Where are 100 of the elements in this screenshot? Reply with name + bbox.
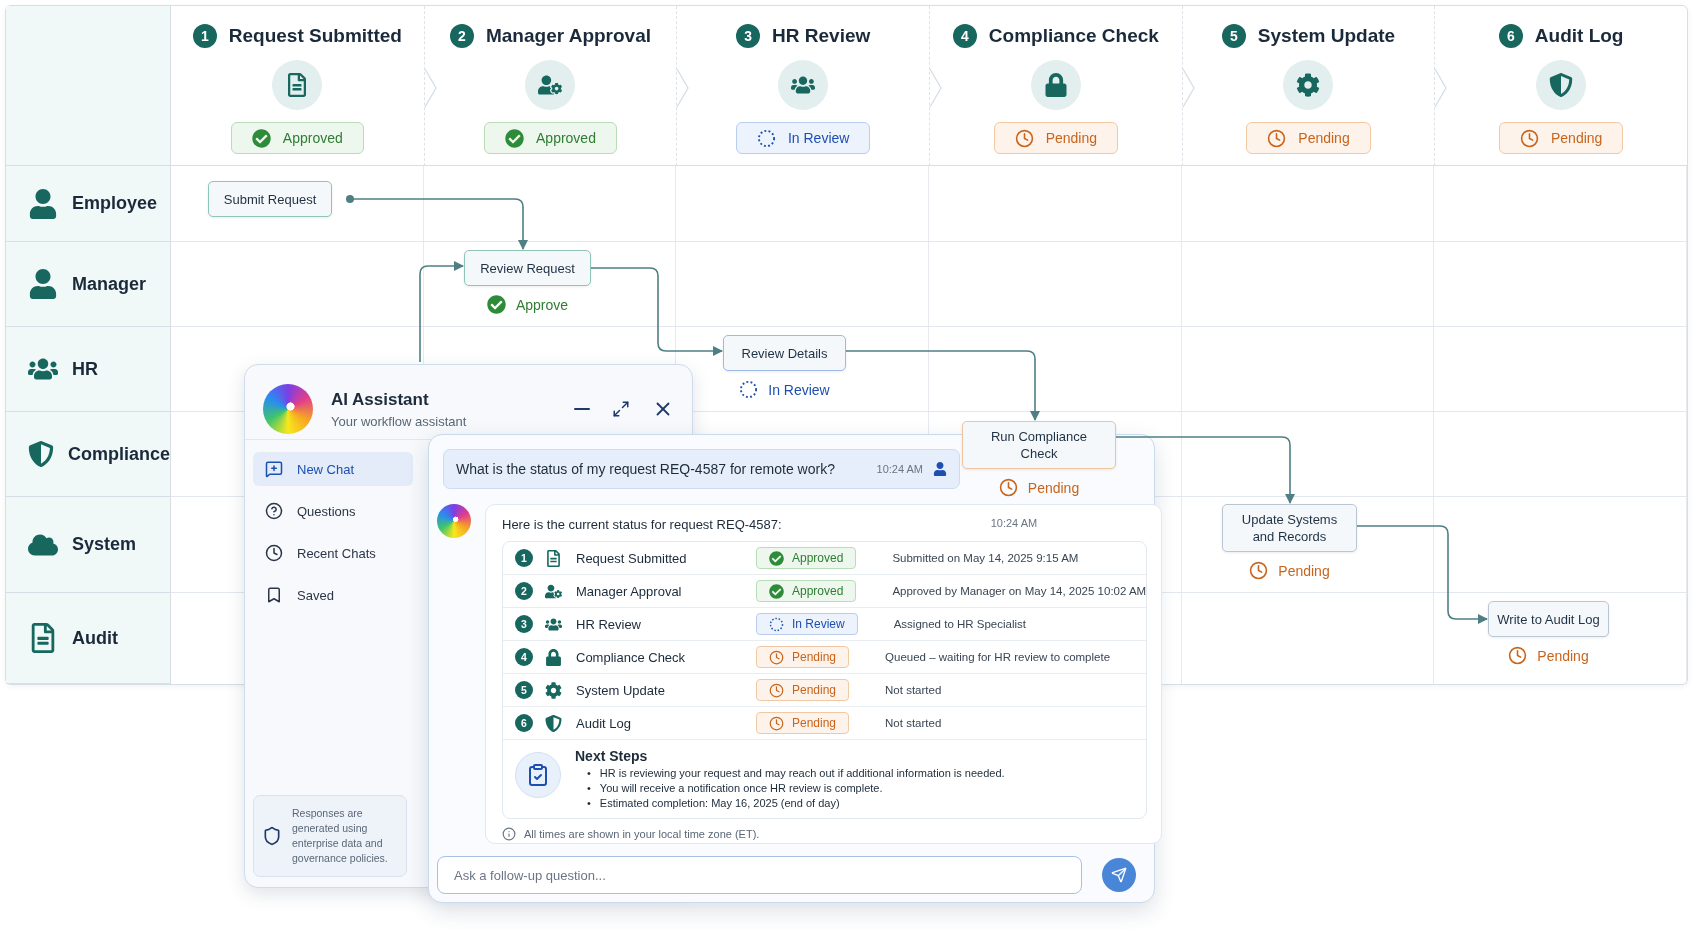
next-steps-title: Next Steps <box>575 748 649 764</box>
step-number: 1 <box>515 549 533 567</box>
gear-icon <box>545 681 562 699</box>
lane-name: Compliance <box>67 443 170 465</box>
stage-title: System Update <box>1257 25 1396 47</box>
person-icon <box>28 188 58 219</box>
status-label: Pending <box>792 650 837 664</box>
clock-icon <box>998 478 1018 497</box>
flow-node: Review Request <box>464 250 591 286</box>
step-number: 1 <box>192 24 217 48</box>
status-label: Pending <box>792 683 837 697</box>
step-number: 4 <box>952 24 977 48</box>
step-number: 3 <box>515 615 533 633</box>
clipboard-icon <box>526 763 550 787</box>
next-step-item: Estimated completion: May 16, 2025 (end of day) <box>599 796 840 811</box>
nav-item[interactable]: Recent Chats <box>253 536 413 570</box>
expand-icon <box>612 400 630 418</box>
status-label: Approved <box>792 551 844 565</box>
window-title: AI Assistant <box>331 389 430 410</box>
status-label: Pending <box>1045 130 1097 146</box>
clock-icon <box>769 682 784 698</box>
user-gear-icon <box>538 73 563 97</box>
bullet: • <box>587 796 591 811</box>
message-input[interactable]: Ask a follow-up question... <box>437 856 1082 894</box>
status-label: Approved <box>792 584 844 598</box>
in-progress-icon <box>739 380 759 399</box>
step-number: 5 <box>515 681 533 699</box>
flow-node: Submit Request <box>208 181 332 217</box>
step-number: 6 <box>1498 24 1523 48</box>
status-label: Pending <box>1550 130 1603 146</box>
clock-icon <box>265 544 283 562</box>
stage-title: Manager Approval <box>485 25 651 47</box>
clock-icon <box>1267 128 1287 148</box>
step-number: 2 <box>449 24 474 48</box>
nav-item[interactable]: Saved <box>253 578 413 612</box>
shield-icon <box>28 439 54 469</box>
document-icon <box>545 549 562 567</box>
person-icon <box>28 269 58 299</box>
reply-intro: Here is the current status for request REQ-4587: <box>502 517 782 532</box>
message-text: What is the status of my request REQ-4587 for remote work? <box>456 461 836 477</box>
step-detail: Submitted on May 14, 2025 9:15 AM <box>892 552 1079 564</box>
status-label: Approved <box>536 130 596 146</box>
lane-name: Manager <box>72 273 147 295</box>
bullet: • <box>587 781 591 796</box>
message-time: 10:24 AM <box>876 463 923 475</box>
person-icon <box>933 462 947 476</box>
send-button[interactable] <box>1102 858 1136 892</box>
status-label: Approved <box>282 130 343 146</box>
chat-plus-icon <box>265 460 283 478</box>
step-name: Request Submitted <box>576 550 688 566</box>
nav-item[interactable]: New Chat <box>253 452 413 486</box>
gear-icon <box>1296 73 1321 97</box>
step-number: 3 <box>736 24 761 48</box>
window-subtitle: Your workflow assistant <box>331 413 468 429</box>
flow-node: Update Systems and Records <box>1222 504 1357 552</box>
message-time: 10:24 AM <box>990 517 1038 531</box>
lane-name: Audit <box>72 627 118 649</box>
lock-icon <box>545 648 562 666</box>
clock-icon <box>1249 561 1269 580</box>
step-number: 5 <box>1221 24 1246 48</box>
lane-name: System <box>72 534 137 555</box>
stage-title: Request Submitted <box>228 25 402 47</box>
status-label: In Review <box>792 617 845 631</box>
shield-icon <box>545 714 562 732</box>
step-number: 2 <box>515 582 533 600</box>
in-progress-icon <box>756 128 776 148</box>
clock-icon <box>1014 128 1034 148</box>
next-step-item: HR is reviewing your request and may reach out if additional information is needed. <box>599 766 1005 781</box>
note-text: Responses are generated using enterprise data and governance policies. <box>292 806 389 866</box>
lock-icon <box>1043 73 1068 97</box>
status-label: Pending <box>1298 130 1350 146</box>
step-name: HR Review <box>576 616 642 632</box>
step-detail: Not started <box>885 684 942 696</box>
step-number: 6 <box>515 714 533 732</box>
send-icon <box>1111 867 1127 883</box>
assistant-avatar <box>437 504 471 538</box>
step-detail: Not started <box>885 717 942 729</box>
info-icon <box>502 827 516 841</box>
step-detail: Approved by Manager on May 14, 2025 10:02 AM <box>892 585 1147 597</box>
step-detail: Queued – waiting for HR review to complete <box>885 651 1111 663</box>
help-icon <box>265 502 283 520</box>
status-label: Pending <box>1278 562 1330 579</box>
step-name: Compliance Check <box>576 649 687 665</box>
flow-node: Review Details <box>723 335 846 371</box>
status-label: Approve <box>515 296 569 313</box>
lane-name: Employee <box>72 193 158 214</box>
lane-name: HR <box>72 358 98 380</box>
step-number: 4 <box>515 648 533 666</box>
flow-node: Write to Audit Log <box>1488 601 1609 637</box>
flow-node: Run Compliance Check <box>962 421 1116 469</box>
status-label: In Review <box>768 381 830 398</box>
nav-item[interactable]: Questions <box>253 494 413 528</box>
step-name: Audit Log <box>576 715 632 731</box>
step-name: Manager Approval <box>576 583 683 599</box>
next-step-item: You will receive a notification once HR review is complete. <box>599 781 883 796</box>
status-label: In Review <box>787 130 850 146</box>
stage-title: Audit Log <box>1534 25 1624 47</box>
clock-icon <box>1519 128 1539 148</box>
clock-icon <box>769 715 784 731</box>
bullet: • <box>587 766 591 781</box>
